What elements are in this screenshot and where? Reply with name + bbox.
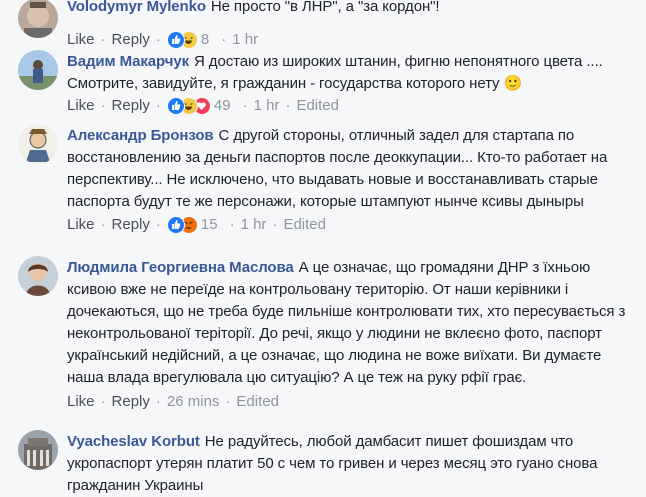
reaction-count: 15: [200, 216, 218, 233]
comment-time[interactable]: 1 hr: [241, 214, 267, 236]
reply-button[interactable]: Reply: [112, 95, 150, 117]
avatar[interactable]: [18, 50, 58, 90]
like-button[interactable]: Like: [67, 391, 95, 413]
comment-text: Александр Бронзов С другой стороны, отлич…: [67, 125, 640, 213]
comment-actions: Like · Reply · 49 · 1 hr · Edited: [67, 95, 640, 117]
comment-author[interactable]: Александр Бронзов: [67, 127, 214, 144]
reply-button[interactable]: Reply: [112, 391, 150, 413]
like-button[interactable]: Like: [67, 29, 95, 51]
edited-label[interactable]: Edited: [283, 214, 326, 236]
comment-actions: Like · Reply · 8 · 1 hr: [67, 29, 640, 51]
like-button[interactable]: Like: [67, 95, 95, 117]
like-reaction-icon: [166, 97, 185, 115]
edited-label[interactable]: Edited: [236, 391, 279, 413]
reactions[interactable]: 49: [166, 95, 231, 117]
reply-button[interactable]: Reply: [112, 29, 150, 51]
reaction-count: 49: [213, 97, 231, 114]
comment-text: Людмила Георгиевна Маслова А це означає, …: [67, 257, 640, 389]
comment-author[interactable]: Людмила Георгиевна Маслова: [67, 259, 294, 276]
comment-text: Volodymyr Mylenko Не просто "в ЛНР", а "з…: [67, 0, 640, 18]
comment-time[interactable]: 1 hr: [254, 95, 280, 117]
comment-text: Vyacheslav Korbut Не радуйтесь, любой дам…: [67, 431, 640, 497]
comment-actions: Like · Reply · 26 mins · Edited: [67, 391, 640, 413]
comment-body: А це означає, що громадяни ДНР з їхньою …: [67, 259, 626, 386]
avatar[interactable]: [18, 430, 58, 470]
reaction-count: 8: [200, 31, 210, 48]
like-reaction-icon: [166, 31, 185, 49]
comment-author[interactable]: Вадим Макарчук: [67, 53, 189, 70]
avatar[interactable]: [18, 256, 58, 296]
comment-text: Вадим Макарчук Я достаю из широких штанин…: [67, 51, 640, 95]
reactions[interactable]: 15: [166, 214, 218, 236]
like-reaction-icon: [166, 216, 185, 234]
comment-body: Не просто "в ЛНР", а "за кордон"!: [210, 0, 440, 15]
reply-button[interactable]: Reply: [112, 214, 150, 236]
comment-author[interactable]: Volodymyr Mylenko: [67, 0, 206, 15]
comment-time[interactable]: 26 mins: [167, 391, 220, 413]
comment-actions: Like · Reply · 15 · 1 hr · Edited: [67, 214, 640, 236]
reactions[interactable]: 8: [166, 29, 210, 51]
avatar[interactable]: [18, 124, 58, 164]
edited-label[interactable]: Edited: [296, 95, 339, 117]
comment-author[interactable]: Vyacheslav Korbut: [67, 433, 200, 450]
comment-time[interactable]: 1 hr: [232, 29, 258, 51]
avatar[interactable]: [18, 0, 58, 38]
like-button[interactable]: Like: [67, 214, 95, 236]
